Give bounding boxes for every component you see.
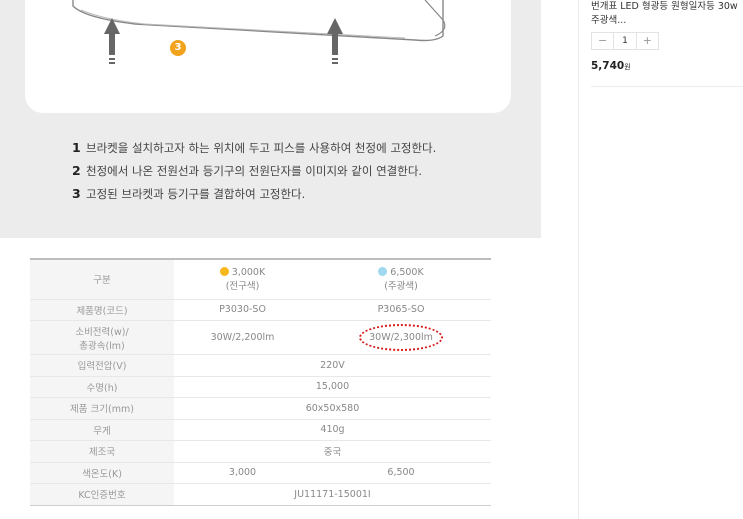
divider: [591, 86, 743, 87]
arrow-up-icon: [104, 18, 120, 64]
cart-item-card: 번개표 LED 형광등 원형일자등 30w 주광색... − 1 + 5,740…: [591, 0, 743, 87]
spec-label: 제조국: [30, 440, 174, 463]
plus-button[interactable]: +: [637, 33, 658, 49]
purchase-sidebar: 번개표 LED 형광등 원형일자등 30w 주광색... − 1 + 5,740…: [578, 0, 743, 519]
spec-table: 구분 3,000K (전구색) 6,500K (주광색) 제품명(코드) P30…: [30, 258, 491, 506]
spec-value: 중국: [174, 440, 491, 463]
spec-header-cool: 6,500K (주광색): [311, 258, 491, 300]
spec-value: 15,000: [174, 376, 491, 398]
spec-label-line: 총광속(lm): [79, 340, 125, 352]
spec-label: 입력전압(V): [30, 354, 174, 377]
spec-label: 색온도(K): [30, 462, 174, 484]
install-steps: 1 브라켓을 설치하고자 하는 위치에 두고 피스를 사용하여 천정에 고정한다…: [72, 140, 436, 209]
highlighted-value: 30W/2,300lm: [359, 324, 443, 351]
spec-value: 410g: [174, 419, 491, 441]
fixture-drawing: [72, 0, 446, 64]
install-illustration: 3: [25, 0, 511, 113]
spec-value: 220V: [174, 354, 491, 377]
product-title[interactable]: 번개표 LED 형광등 원형일자등 30w 주광색...: [591, 0, 741, 28]
step-3-badge: 3: [170, 40, 186, 56]
spec-label: 수명(h): [30, 376, 174, 398]
spec-row: KC인증번호 JU11171-15001I: [30, 483, 491, 506]
spec-row: 색온도(K) 3,000 6,500: [30, 462, 491, 484]
price-unit: 원: [624, 63, 631, 71]
cool-sub: (주광색): [384, 280, 418, 292]
spec-value: 6,500: [311, 462, 491, 484]
spec-value: JU11171-15001I: [174, 483, 491, 506]
spec-header-row: 구분 3,000K (전구색) 6,500K (주광색): [30, 258, 491, 300]
cool-color-dot: [378, 266, 388, 276]
spec-label: 소비전력(w)/ 총광속(lm): [30, 320, 174, 355]
spec-label: 제품 크기(mm): [30, 397, 174, 420]
quantity-input[interactable]: 1: [613, 33, 637, 49]
product-detail-page: 3 1 브라켓을 설치하고자 하는 위치에 두고 피스를 사용하여 천정에 고정…: [0, 0, 743, 519]
step-text: 천정에서 나온 전원선과 등기구의 전원단자를 이미지와 같이 연결한다.: [86, 164, 423, 178]
install-guide-section: 3 1 브라켓을 설치하고자 하는 위치에 두고 피스를 사용하여 천정에 고정…: [0, 0, 541, 238]
spec-row: 제조국 중국: [30, 440, 491, 463]
spec-row: 입력전압(V) 220V: [30, 354, 491, 377]
spec-label: 제품명(코드): [30, 299, 174, 321]
spec-row: 제품명(코드) P3030-SO P3065-SO: [30, 299, 491, 321]
warm-color-dot: [219, 266, 229, 276]
spec-value: P3065-SO: [311, 299, 491, 321]
spec-label: 구분: [30, 258, 174, 300]
step-number: 1: [72, 140, 81, 155]
price-value: 5,740: [591, 60, 625, 72]
product-price: 5,740원: [591, 60, 743, 72]
spec-row: 제품 크기(mm) 60x50x580: [30, 397, 491, 420]
step-number: 2: [72, 163, 81, 178]
step-text: 고정된 브라켓과 등기구를 결합하여 고정한다.: [86, 187, 306, 201]
install-step: 2 천정에서 나온 전원선과 등기구의 전원단자를 이미지와 같이 연결한다.: [72, 163, 436, 186]
minus-button[interactable]: −: [592, 33, 613, 49]
step-number: 3: [72, 186, 81, 201]
spec-value: 60x50x580: [174, 397, 491, 420]
quantity-stepper: − 1 +: [591, 32, 659, 50]
cool-name: 6,500K: [390, 266, 424, 278]
spec-row: 무게 410g: [30, 419, 491, 441]
spec-value: 30W/2,200lm: [174, 320, 312, 355]
detail-content: 3 1 브라켓을 설치하고자 하는 위치에 두고 피스를 사용하여 천정에 고정…: [0, 0, 541, 519]
step-text: 브라켓을 설치하고자 하는 위치에 두고 피스를 사용하여 천정에 고정한다.: [86, 141, 437, 155]
spec-label: KC인증번호: [30, 483, 174, 506]
spec-row: 소비전력(w)/ 총광속(lm) 30W/2,200lm 30W/2,300lm: [30, 320, 491, 355]
spec-value-highlight: 30W/2,300lm: [311, 320, 491, 355]
warm-name: 3,000K: [231, 266, 266, 278]
spec-label: 무게: [30, 419, 174, 441]
warm-sub: (전구색): [225, 280, 260, 292]
spec-row: 수명(h) 15,000: [30, 376, 491, 398]
spec-header-warm: 3,000K (전구색): [174, 258, 312, 300]
install-step: 3 고정된 브라켓과 등기구를 결합하여 고정한다.: [72, 186, 436, 209]
arrow-up-icon: [327, 18, 343, 64]
spec-value: 3,000: [174, 462, 312, 484]
install-step: 1 브라켓을 설치하고자 하는 위치에 두고 피스를 사용하여 천정에 고정한다…: [72, 140, 436, 163]
spec-label-line: 소비전력(w)/: [75, 326, 129, 338]
spec-value: P3030-SO: [174, 299, 312, 321]
